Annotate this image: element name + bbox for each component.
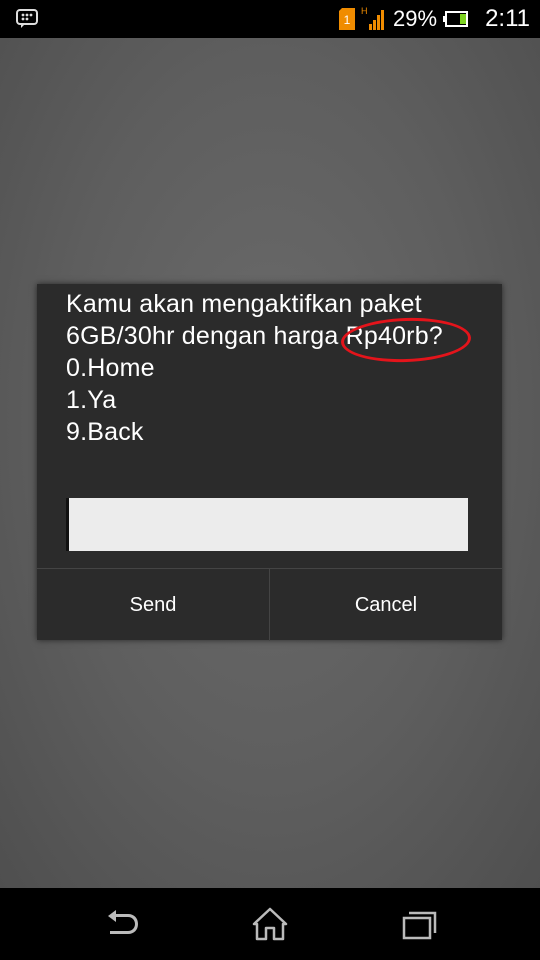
network-type-text: H	[361, 6, 368, 16]
back-icon[interactable]	[102, 906, 142, 942]
message-line-2: 6GB/30hr dengan harga Rp40rb?	[66, 315, 486, 365]
home-icon[interactable]	[250, 906, 290, 942]
bbm-chat-icon	[16, 9, 38, 28]
sim-1-icon: 1	[339, 8, 356, 30]
menu-option-home: 0.Home	[66, 354, 155, 382]
sim-badge-text: 1	[344, 13, 351, 27]
battery-icon	[443, 11, 469, 27]
ussd-dialog: Kamu akan mengaktifkan paket 6GB/30hr de…	[37, 284, 502, 641]
battery-percent: 29%	[393, 6, 438, 31]
dialog-button-row: Send Cancel	[37, 568, 502, 641]
clock: 2:11	[485, 5, 530, 32]
cancel-button[interactable]: Cancel	[270, 569, 502, 641]
menu-option-back: 9.Back	[66, 418, 144, 446]
signal-strength-icon: H	[361, 6, 385, 30]
menu-option-ya: 1.Ya	[66, 386, 117, 414]
recent-apps-icon[interactable]	[400, 906, 440, 942]
ussd-message: Kamu akan mengaktifkan paket 6GB/30hr de…	[66, 288, 486, 448]
message-line-1: Kamu akan mengaktifkan paket	[66, 290, 422, 318]
price-text: Rp40rb?	[345, 322, 443, 350]
price-highlight: Rp40rb?	[339, 315, 472, 365]
send-button[interactable]: Send	[37, 569, 270, 641]
ussd-reply-input[interactable]	[66, 498, 468, 551]
message-line-2-text: 6GB/30hr dengan harga	[66, 322, 346, 350]
status-bar: 1 H 29% 2:11	[0, 0, 540, 38]
navigation-bar	[0, 888, 540, 960]
